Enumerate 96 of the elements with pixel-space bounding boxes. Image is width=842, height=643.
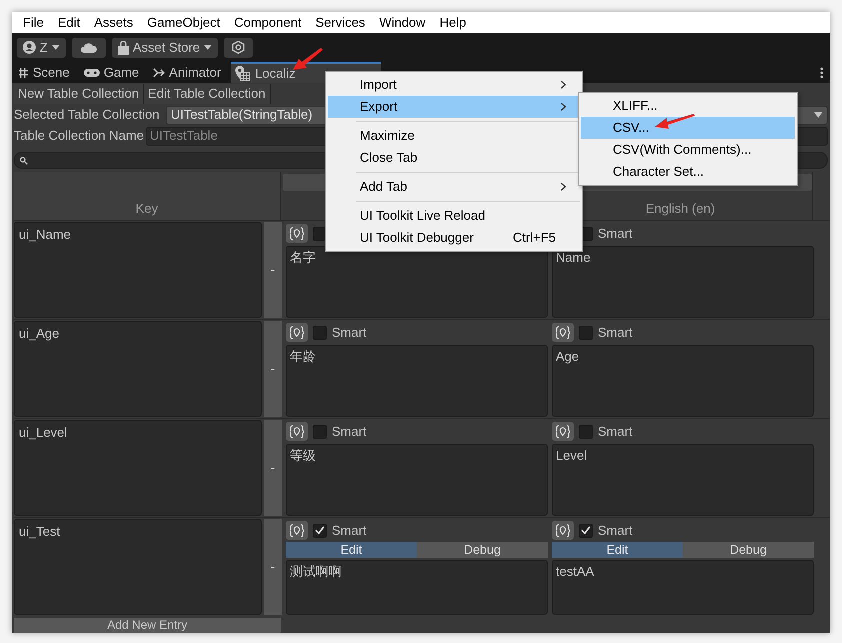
caret-icon [52, 45, 60, 50]
animator-icon [153, 66, 166, 78]
metadata-button[interactable] [552, 422, 574, 441]
pin-icon [290, 226, 304, 240]
menu-item[interactable]: GameObject [140, 12, 228, 32]
mode-tab[interactable]: Debug [417, 542, 548, 558]
checkbox-label: Smart [598, 422, 633, 441]
remove-button[interactable]: - [264, 321, 282, 417]
checkbox[interactable] [579, 424, 593, 438]
checkbox[interactable] [313, 524, 327, 538]
metadata-button[interactable] [286, 323, 308, 342]
gamepad-icon [84, 66, 100, 78]
pin-icon [556, 424, 570, 438]
pin-icon [290, 424, 304, 438]
asset-store-button[interactable]: Asset Store [112, 38, 218, 58]
text-area[interactable]: 测试啊啊 [286, 560, 548, 615]
menu-item[interactable]: Add Tab [328, 176, 580, 198]
field-label: Selected Table Collection [14, 106, 161, 124]
caret-icon [204, 45, 212, 50]
remove-button[interactable]: - [264, 420, 282, 516]
pin-icon [556, 326, 570, 340]
settings-button[interactable] [224, 38, 254, 58]
menu-item[interactable]: File [16, 12, 51, 32]
add-entry-button[interactable]: Add New Entry [14, 618, 281, 633]
key-field[interactable]: ui_Name [14, 222, 262, 318]
toolbar-button[interactable]: Edit Table Collection [144, 84, 271, 104]
column-header: English (en) [646, 200, 716, 218]
checkbox-label: Smart [598, 522, 633, 540]
metadata-button[interactable] [552, 521, 574, 540]
metadata-button[interactable] [286, 224, 308, 243]
settings-icon [232, 41, 246, 54]
menu-item[interactable]: Edit [50, 12, 88, 32]
field-label: Table Collection Name [14, 127, 144, 146]
pin-icon [290, 524, 304, 538]
metadata-button[interactable] [286, 422, 308, 441]
checkbox[interactable] [579, 326, 593, 340]
account-icon [23, 41, 36, 54]
text-area[interactable]: Age [552, 345, 814, 417]
key-field[interactable]: ui_Test [14, 519, 262, 615]
menu-item[interactable]: Help [432, 12, 474, 32]
check-icon [315, 526, 325, 535]
text-area[interactable]: 名字 [286, 246, 548, 318]
checkbox-label: Smart [598, 324, 633, 342]
menu-item[interactable]: Component [227, 12, 309, 32]
caret-icon [814, 112, 823, 118]
menu-item[interactable]: Export [328, 96, 580, 118]
editor-tab[interactable]: Animator [149, 62, 232, 83]
account-button[interactable]: Z [17, 38, 66, 58]
metadata-button[interactable] [552, 323, 574, 342]
editor-tab[interactable]: Scene [14, 62, 80, 83]
menu-item[interactable]: Close Tab [328, 147, 580, 169]
key-field[interactable]: ui_Level [14, 420, 262, 516]
menu-item[interactable]: CSV... [581, 117, 795, 139]
mode-tab[interactable]: Debug [683, 542, 814, 558]
menu-item[interactable]: UI Toolkit Live Reload [328, 205, 580, 227]
search-icon [20, 156, 28, 164]
column-header: Key [14, 172, 281, 220]
shopping-bag-icon [118, 40, 129, 54]
text-area[interactable]: 年龄 [286, 345, 548, 417]
annotation-arrow [655, 114, 695, 130]
cloud-icon [80, 42, 97, 52]
remove-button[interactable]: - [264, 222, 282, 318]
checkbox[interactable] [579, 524, 593, 538]
mode-tab[interactable]: Edit [552, 542, 683, 558]
menu-item[interactable]: Maximize [328, 125, 580, 147]
text-area[interactable]: Name [552, 246, 814, 318]
checkbox[interactable] [313, 424, 327, 438]
toolbar-button[interactable]: New Table Collection [14, 84, 144, 104]
more-icon[interactable] [820, 67, 824, 79]
checkbox[interactable] [313, 326, 327, 340]
location-grid-icon [235, 66, 252, 82]
menu-item[interactable]: Assets [87, 12, 140, 32]
menu-item[interactable]: XLIFF... [581, 95, 795, 117]
annotation-arrow [293, 48, 323, 70]
text-area[interactable]: 等级 [286, 444, 548, 516]
pin-icon [290, 326, 304, 340]
menu-item[interactable]: CSV(With Comments)... [581, 139, 795, 161]
checkbox-label: Smart [332, 522, 367, 540]
checkbox-label: Smart [332, 422, 367, 441]
menu-item[interactable]: Character Set... [581, 161, 795, 183]
checkbox-label: Smart [598, 224, 633, 243]
menu-item[interactable]: Window [372, 12, 433, 32]
text-area[interactable]: testAA [552, 560, 814, 615]
text-area[interactable]: Level [552, 444, 814, 516]
menu-item[interactable]: Services [308, 12, 372, 32]
grid-icon [18, 66, 29, 78]
mode-tab[interactable]: Edit [286, 542, 417, 558]
pin-icon [556, 524, 570, 538]
menu-item[interactable]: UI Toolkit Debugger Ctrl+F5 [328, 227, 580, 249]
cloud-button[interactable] [72, 38, 106, 58]
key-field[interactable]: ui_Age [14, 321, 262, 417]
checkbox-label: Smart [332, 324, 367, 342]
metadata-button[interactable] [286, 521, 308, 540]
check-icon [581, 526, 591, 535]
remove-button[interactable]: - [264, 519, 282, 615]
editor-tab[interactable]: Game [80, 62, 150, 83]
